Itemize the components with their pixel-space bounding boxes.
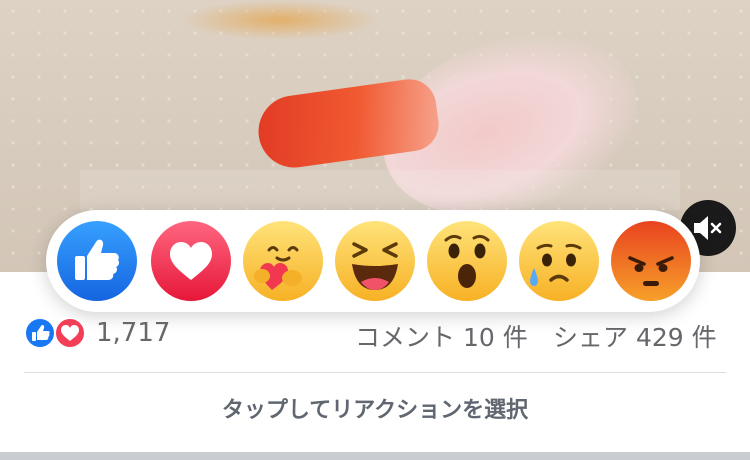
speaker-muted-icon xyxy=(694,216,722,240)
reaction-picker xyxy=(46,210,700,312)
angry-reaction-icon xyxy=(611,221,691,301)
share-count[interactable]: シェア 429 件 xyxy=(553,318,717,354)
bottom-separator xyxy=(0,452,750,460)
sad-reaction-icon xyxy=(519,221,599,301)
reaction-sad[interactable] xyxy=(518,220,600,302)
reaction-love[interactable] xyxy=(150,220,232,302)
love-reaction-icon xyxy=(151,221,231,301)
divider xyxy=(24,372,726,373)
reaction-wow[interactable] xyxy=(426,220,508,302)
reaction-summary-icons[interactable] xyxy=(24,317,88,349)
wow-reaction-icon xyxy=(427,221,507,301)
video-caption xyxy=(290,180,540,200)
reaction-care[interactable] xyxy=(242,220,324,302)
like-mini-icon xyxy=(24,317,56,349)
reaction-angry[interactable] xyxy=(610,220,692,302)
comment-count[interactable]: コメント 10 件 xyxy=(355,318,528,354)
like-reaction-icon xyxy=(57,221,137,301)
reaction-count[interactable]: 1,717 xyxy=(96,318,170,348)
care-reaction-icon xyxy=(243,221,323,301)
haha-reaction-icon xyxy=(335,221,415,301)
reaction-like[interactable] xyxy=(56,220,138,302)
love-mini-icon xyxy=(54,317,86,349)
post-stats: 1,717 コメント 10 件 シェア 429 件 xyxy=(0,312,750,354)
video-noodle xyxy=(180,0,380,40)
reaction-haha[interactable] xyxy=(334,220,416,302)
reaction-hint: タップしてリアクションを選択 xyxy=(221,398,529,423)
